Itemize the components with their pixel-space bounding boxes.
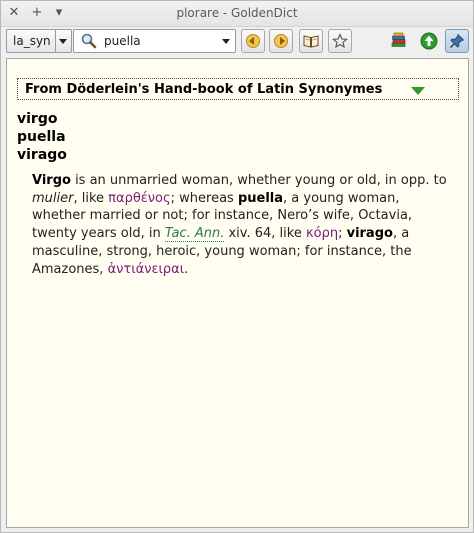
window-title: plorare - GoldenDict	[176, 6, 298, 20]
dictionary-header: From Döderlein's Hand-book of Latin Syno…	[17, 78, 459, 100]
headword-list: virgo puella virago	[17, 110, 67, 164]
headword: virago	[17, 147, 67, 163]
dictionary-name: From Döderlein's Hand-book of Latin Syno…	[25, 82, 383, 97]
search-input[interactable]	[104, 33, 204, 49]
body-text: xiv. 64, like	[224, 226, 306, 242]
show-dictionary-info-button[interactable]	[299, 29, 323, 53]
dictionary-group-select[interactable]: la_syn	[6, 29, 72, 53]
chevron-down-icon	[59, 39, 67, 44]
dictionaries-button[interactable]	[387, 29, 411, 53]
headword: virgo	[17, 111, 58, 127]
reference-link[interactable]: Tac. Ann.	[164, 226, 225, 243]
title-bar: ✕ + ▾ plorare - GoldenDict	[1, 1, 473, 27]
body-text: ; whereas	[170, 190, 238, 206]
add-to-favorites-button[interactable]	[328, 29, 352, 53]
collapse-article-icon[interactable]	[411, 87, 425, 95]
back-icon	[246, 34, 260, 48]
dictionary-group-value: la_syn	[13, 34, 51, 48]
pin-icon	[450, 33, 465, 48]
body-text: ;	[338, 226, 347, 242]
term-puella: puella	[237, 190, 284, 206]
star-icon	[332, 33, 348, 49]
pin-window-button[interactable]	[445, 29, 469, 53]
greek-word[interactable]: παρθένος	[108, 191, 170, 206]
body-text: is an unmarried woman, whether young or …	[70, 173, 447, 188]
back-button[interactable]	[241, 29, 265, 53]
search-icon	[81, 33, 97, 49]
forward-button[interactable]	[269, 29, 293, 53]
headword: puella	[17, 129, 66, 145]
body-text: .	[184, 261, 189, 277]
term-virago: virago	[346, 226, 393, 242]
term-mulier: mulier	[32, 190, 74, 206]
up-arrow-icon	[420, 32, 438, 50]
body-text: , like	[73, 190, 109, 206]
toolbar: la_syn	[1, 27, 473, 57]
greek-word[interactable]: ἀντιάνειραι	[108, 262, 185, 277]
group-dropdown-button[interactable]	[55, 30, 71, 52]
open-book-icon	[303, 35, 319, 48]
search-history-dropdown-icon[interactable]	[222, 39, 230, 44]
dictionaries-icon	[391, 32, 406, 47]
forward-icon	[274, 34, 288, 48]
scan-popup-button[interactable]	[417, 29, 441, 53]
greek-word[interactable]: κόρη	[306, 226, 338, 241]
article-body: Virgo is an unmarried woman, whether you…	[32, 172, 452, 278]
article-view: From Döderlein's Hand-book of Latin Syno…	[6, 58, 469, 528]
goldendict-window: ✕ + ▾ plorare - GoldenDict la_syn puella…	[0, 0, 474, 533]
search-combo[interactable]	[73, 29, 236, 53]
term-virgo: Virgo	[32, 173, 71, 188]
